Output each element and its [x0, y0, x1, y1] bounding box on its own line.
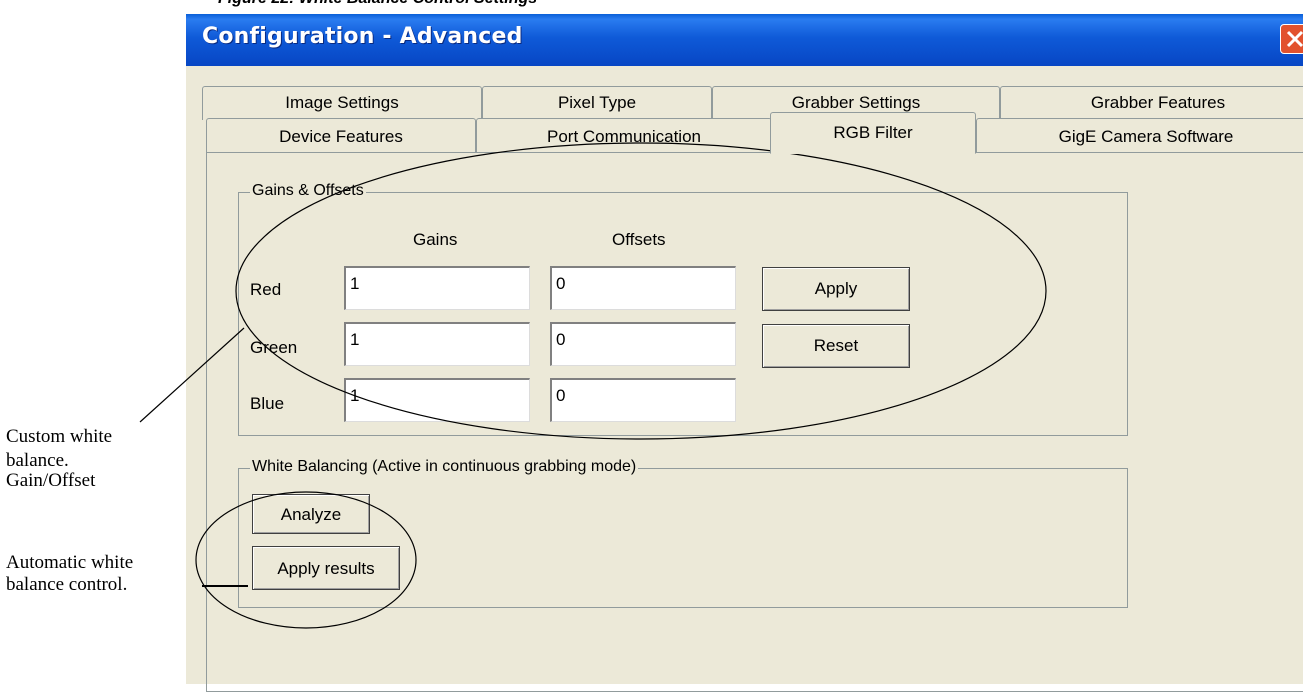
- custom-annotation-line1: Custom white: [6, 426, 113, 447]
- auto-annotation-line1: Automatic white: [6, 552, 134, 573]
- gains-offsets-highlight-ellipse: [235, 142, 1047, 440]
- white-balance-highlight-ellipse: [195, 491, 417, 629]
- tab-rgb-filter[interactable]: RGB Filter: [770, 112, 976, 154]
- custom-leader-line: [139, 327, 245, 423]
- custom-annotation-line2: balance.: [6, 450, 69, 471]
- auto-annotation-line2: balance control.: [6, 574, 128, 595]
- custom-annotation-line3: Gain/Offset: [6, 470, 96, 491]
- annotation-overlay: [139, 142, 1047, 629]
